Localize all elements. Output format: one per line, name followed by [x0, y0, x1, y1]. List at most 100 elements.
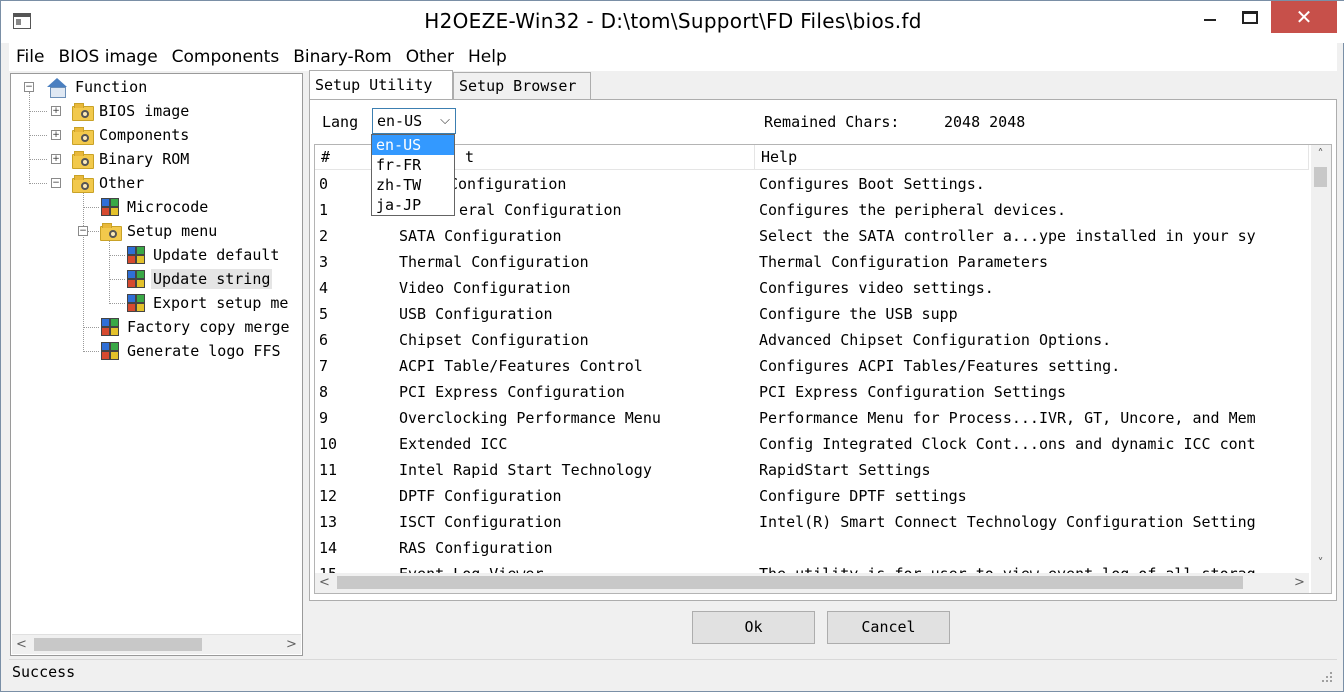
column-header-help[interactable]: Help — [755, 145, 1309, 170]
table-row[interactable]: 9 Overclocking Performance Menu Performa… — [315, 405, 1309, 431]
cell-number: 5 — [319, 305, 329, 323]
cell-name: RAS Configuration — [399, 539, 553, 557]
cancel-button[interactable]: Cancel — [827, 611, 950, 644]
cell-name: USB Configuration — [399, 305, 553, 323]
table-row[interactable]: 6 Chipset Configuration Advanced Chipset… — [315, 327, 1309, 353]
tree-item-update-default[interactable]: Update default — [125, 244, 281, 266]
lang-dropdown-list[interactable]: en-US fr-FR zh-TW ja-JP — [371, 134, 455, 216]
table-row[interactable]: 11 Intel Rapid Start Technology RapidSta… — [315, 457, 1309, 483]
table-row[interactable]: 8 PCI Express Configuration PCI Express … — [315, 379, 1309, 405]
tree-item-factory-copy[interactable]: Factory copy merge — [99, 316, 292, 338]
collapse-icon[interactable]: − — [51, 178, 61, 188]
table-row[interactable]: 13 ISCT Configuration Intel(R) Smart Con… — [315, 509, 1309, 535]
tree-item-microcode[interactable]: Microcode — [99, 196, 210, 218]
scroll-right-icon[interactable]: > — [283, 636, 300, 653]
cell-number: 3 — [319, 253, 329, 271]
tree-item-export-setup[interactable]: Export setup me — [125, 292, 290, 314]
menu-file[interactable]: File — [9, 43, 51, 71]
table-row[interactable]: 1 eral Configuration Configures the peri… — [315, 197, 1309, 223]
grid-horizontal-scrollbar[interactable]: < > — [315, 573, 1309, 593]
puzzle-icon — [125, 245, 147, 265]
cell-help: RapidStart Settings — [759, 461, 931, 479]
scrollbar-thumb[interactable] — [34, 638, 202, 651]
table-row[interactable]: 10 Extended ICC Config Integrated Clock … — [315, 431, 1309, 457]
cell-number: 6 — [319, 331, 329, 349]
chevron-down-icon: ⌵ — [440, 113, 450, 128]
table-row[interactable]: 5 USB Configuration Configure the USB su… — [315, 301, 1309, 327]
scroll-left-icon[interactable]: < — [13, 636, 30, 653]
string-grid[interactable]: # t Help 0 Configuration Configures Boot… — [314, 144, 1332, 594]
tree-item-function[interactable]: Function — [45, 76, 149, 98]
tree-item-setup-menu[interactable]: Setup menu — [99, 220, 219, 242]
title-bar[interactable]: H2OEZE-Win32 - D:\tom\Support\FD Files\b… — [1, 1, 1344, 43]
puzzle-icon — [99, 317, 121, 337]
tree-item-generate-logo[interactable]: Generate logo FFS — [99, 340, 283, 362]
scrollbar-thumb[interactable] — [1314, 167, 1327, 187]
cell-name: Configuration — [449, 175, 567, 193]
cell-help: Configures the peripheral devices. — [759, 201, 1067, 219]
minimize-icon — [1204, 19, 1216, 21]
tree-horizontal-scrollbar[interactable]: < > — [12, 634, 301, 654]
ok-button[interactable]: Ok — [692, 611, 815, 644]
scroll-right-icon[interactable]: > — [1291, 574, 1308, 591]
lang-option[interactable]: zh-TW — [372, 175, 454, 195]
table-row[interactable]: 12 DPTF Configuration Configure DPTF set… — [315, 483, 1309, 509]
scrollbar-thumb[interactable] — [337, 576, 1243, 589]
table-row[interactable]: 2 SATA Configuration Select the SATA con… — [315, 223, 1309, 249]
cell-help: Configures video settings. — [759, 279, 994, 297]
app-window: H2OEZE-Win32 - D:\tom\Support\FD Files\b… — [0, 0, 1344, 692]
expand-icon[interactable]: + — [51, 154, 61, 164]
cell-help: Configures Boot Settings. — [759, 175, 985, 193]
tab-setup-utility[interactable]: Setup Utility — [309, 70, 453, 99]
tab-setup-browser[interactable]: Setup Browser — [453, 72, 591, 100]
cell-help: Config Integrated Clock Cont...ons and d… — [759, 435, 1256, 453]
cell-help: Performance Menu for Process...IVR, GT, … — [759, 409, 1256, 427]
menu-components[interactable]: Components — [165, 43, 287, 71]
close-button[interactable]: ✕ — [1271, 1, 1337, 33]
table-row[interactable]: 14 RAS Configuration — [315, 535, 1309, 561]
tree-item-components[interactable]: Components — [71, 124, 191, 146]
cell-help: Select the SATA controller a...ype insta… — [759, 227, 1256, 245]
cell-name: Thermal Configuration — [399, 253, 589, 271]
function-tree[interactable]: − + + + − − Function BIOS image Componen… — [10, 73, 303, 656]
scroll-up-icon[interactable]: ˄ — [1312, 146, 1329, 163]
tree-item-label: BIOS image — [99, 102, 190, 120]
lang-select[interactable]: en-US ⌵ — [372, 108, 456, 134]
expand-icon[interactable]: + — [51, 130, 61, 140]
table-row[interactable]: 3 Thermal Configuration Thermal Configur… — [315, 249, 1309, 275]
tree-item-update-string[interactable]: Update string — [125, 268, 273, 290]
menu-bios-image[interactable]: BIOS image — [51, 43, 164, 71]
tree-connector — [109, 240, 110, 304]
table-row[interactable]: 4 Video Configuration Configures video s… — [315, 275, 1309, 301]
lang-option[interactable]: ja-JP — [372, 195, 454, 215]
collapse-icon[interactable]: − — [78, 226, 88, 236]
cell-number: 9 — [319, 409, 329, 427]
maximize-button[interactable] — [1227, 1, 1273, 33]
scroll-left-icon[interactable]: < — [316, 574, 333, 591]
collapse-icon[interactable]: − — [24, 82, 34, 92]
tree-item-label: Export setup me — [153, 294, 289, 312]
table-row[interactable]: 7 ACPI Table/Features Control Configures… — [315, 353, 1309, 379]
expand-icon[interactable]: + — [51, 106, 61, 116]
tree-item-label: Microcode — [127, 198, 209, 216]
menu-help[interactable]: Help — [461, 43, 514, 71]
cell-name: PCI Express Configuration — [399, 383, 625, 401]
grid-vertical-scrollbar[interactable]: ˄ ˅ — [1311, 145, 1331, 573]
tree-item-binary-rom[interactable]: Binary ROM — [71, 148, 191, 170]
tree-item-label: Update string — [151, 269, 273, 289]
tree-item-label: Setup menu — [127, 222, 218, 240]
menu-binary-rom[interactable]: Binary-Rom — [286, 43, 398, 71]
tree-item-label: Function — [75, 78, 148, 96]
table-row[interactable]: 0 Configuration Configures Boot Settings… — [315, 171, 1309, 197]
menu-other[interactable]: Other — [399, 43, 461, 71]
lang-option[interactable]: en-US — [372, 135, 454, 155]
folder-search-icon — [71, 174, 94, 193]
tree-item-bios-image[interactable]: BIOS image — [71, 100, 191, 122]
setup-utility-panel: Lang en-US ⌵ Remained Chars: 2048 2048 #… — [309, 99, 1337, 601]
tree-connector — [109, 279, 125, 280]
lang-option[interactable]: fr-FR — [372, 155, 454, 175]
cell-help: Intel(R) Smart Connect Technology Config… — [759, 513, 1256, 531]
tree-item-other[interactable]: Other — [71, 172, 146, 194]
resize-grip-icon[interactable] — [1321, 671, 1333, 683]
scroll-down-icon[interactable]: ˅ — [1312, 555, 1329, 572]
